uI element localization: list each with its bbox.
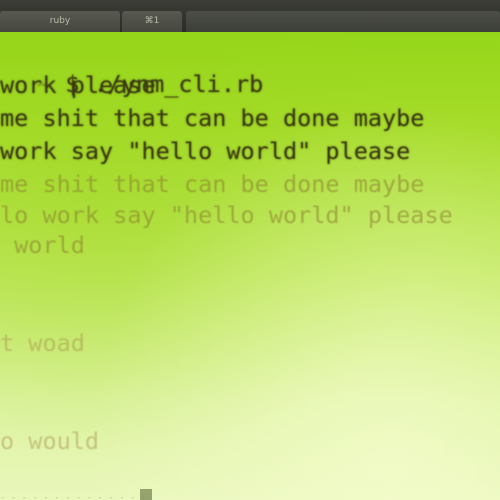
output-line: me shit that can be done maybe (0, 104, 425, 132)
tab-ruby[interactable]: ruby (0, 11, 120, 32)
output-line: me shit that can be done maybe (0, 170, 425, 198)
text-cursor (140, 489, 152, 500)
output-line: work say "hello world" please (0, 137, 411, 165)
output-line: o would (0, 427, 100, 455)
bottom-prompt-hint: - - - - - - - - - - - - - - (0, 493, 147, 500)
output-line: t woad (0, 329, 85, 357)
output-line: world (0, 231, 85, 259)
output-line: lo work say "hello world" please (0, 201, 453, 229)
tab-bar: ruby ⌘1 (0, 0, 500, 32)
tab-shortcut[interactable]: ⌘1 (122, 11, 182, 32)
tab-empty[interactable] (186, 11, 500, 32)
output-line: work please (0, 71, 156, 99)
terminal-window: ruby ⌘1 ~ $ ./ynm_cli.rb work please me … (0, 0, 500, 500)
command-line: ~ $ ./ynm_cli.rb (0, 36, 263, 98)
